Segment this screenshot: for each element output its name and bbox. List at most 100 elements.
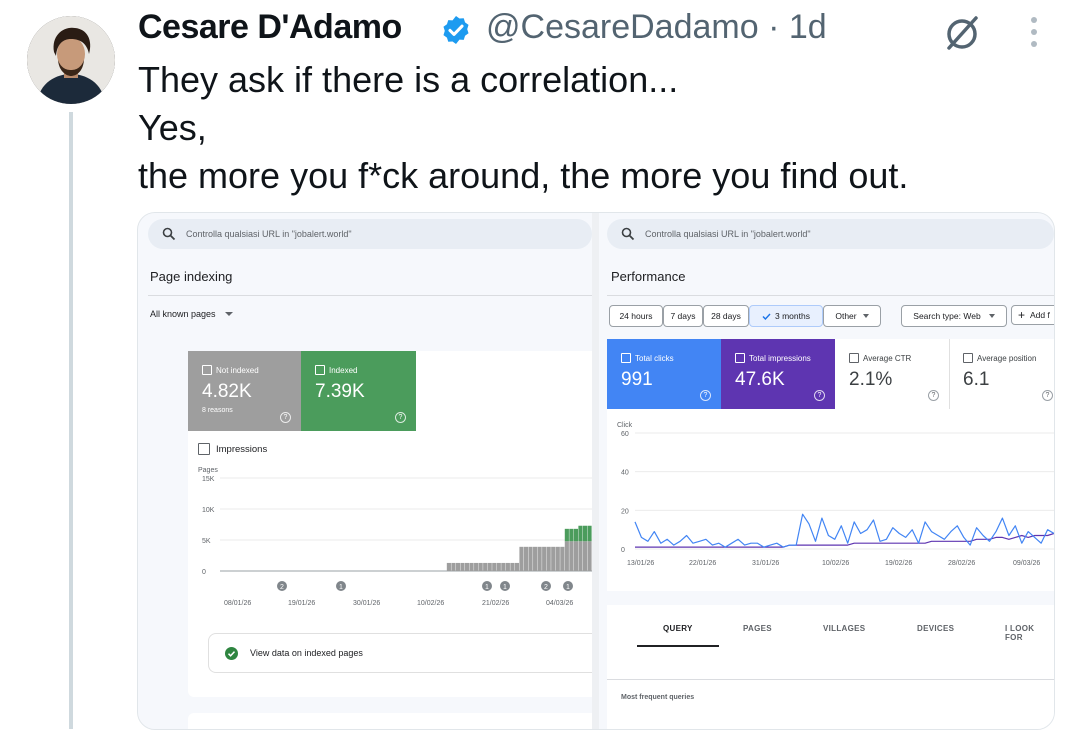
x-tick-label: 19/02/26	[885, 560, 912, 567]
checkbox-icon	[315, 365, 325, 375]
tab-query[interactable]: QUERY	[663, 624, 693, 633]
not-indexed-bar	[474, 562, 479, 571]
y-axis-title: Pages	[198, 467, 218, 474]
page-title: Performance	[611, 269, 686, 284]
search-icon	[162, 227, 176, 241]
tab-devices[interactable]: DEVICES	[917, 624, 954, 633]
tile-value: 7.39K	[315, 381, 365, 402]
not-indexed-bar	[564, 541, 569, 571]
verified-badge-icon[interactable]	[440, 14, 472, 46]
pages-filter-label: All known pages	[150, 309, 216, 319]
view-indexed-pages-link[interactable]: View data on indexed pages	[208, 633, 592, 673]
impressions-checkbox[interactable]	[198, 443, 210, 455]
not-indexed-bar	[587, 541, 592, 571]
check-icon	[762, 313, 771, 320]
chip-label: Add f	[1030, 310, 1050, 320]
help-icon[interactable]: ?	[1042, 390, 1053, 401]
not-indexed-bar	[582, 541, 588, 571]
tweet-media[interactable]: Controlla qualsiasi URL in "jobalert.wor…	[137, 212, 1055, 730]
tabs-divider	[607, 679, 1054, 680]
performance-card: Total clicks 991 ? Total impressions 47.…	[607, 339, 1054, 591]
y-tick-label: 15K	[202, 476, 215, 483]
annotation-marker-label: 1	[485, 584, 489, 591]
next-card	[188, 713, 592, 729]
page-indexing-screenshot[interactable]: Controlla qualsiasi URL in "jobalert.wor…	[138, 213, 592, 729]
search-placeholder: Controlla qualsiasi URL in "jobalert.wor…	[186, 229, 352, 239]
total-impressions-tile[interactable]: Total impressions 47.6K ?	[721, 339, 835, 409]
x-tick-label: 31/01/26	[752, 560, 779, 567]
url-inspection-search[interactable]: Controlla qualsiasi URL in "jobalert.wor…	[148, 219, 592, 249]
tweet-meta: @CesareDadamo · 1d	[486, 8, 827, 47]
dropdown-arrow-icon	[988, 314, 995, 318]
grok-icon[interactable]	[942, 12, 982, 52]
help-icon[interactable]: ?	[700, 390, 711, 401]
tweet-time[interactable]: 1d	[789, 8, 827, 46]
not-indexed-bar	[573, 541, 578, 571]
x-tick-label: 04/03/26	[546, 600, 573, 607]
author-handle[interactable]: @CesareDadamo	[486, 8, 759, 46]
indexed-tile[interactable]: Indexed 7.39K ?	[301, 351, 416, 431]
not-indexed-tile[interactable]: Not indexed 4.82K 8 reasons ?	[188, 351, 301, 431]
tile-label: Indexed	[329, 365, 358, 375]
x-tick-label: 21/02/26	[482, 600, 509, 607]
tile-value: 991	[621, 369, 653, 390]
search-type-dropdown[interactable]: Search type: Web	[901, 305, 1007, 327]
active-tab-indicator	[637, 645, 719, 647]
impressions-toggle[interactable]: Impressions	[198, 443, 267, 455]
help-icon[interactable]: ?	[814, 390, 825, 401]
date-chip-24h[interactable]: 24 hours	[609, 305, 663, 327]
dropdown-arrow-icon	[862, 314, 869, 318]
help-icon[interactable]: ?	[928, 390, 939, 401]
tab-pages[interactable]: PAGES	[743, 624, 772, 633]
author-name[interactable]: Cesare D'Adamo	[138, 8, 402, 47]
not-indexed-bar	[446, 562, 451, 571]
checkbox-icon	[202, 365, 212, 375]
more-options-icon[interactable]	[1027, 14, 1041, 50]
total-clicks-tile[interactable]: Total clicks 991 ?	[607, 339, 721, 409]
most-frequent-queries-label: Most frequent queries	[621, 694, 695, 701]
indexed-bar	[578, 525, 583, 542]
annotation-marker-label: 1	[503, 584, 507, 591]
not-indexed-bar	[528, 546, 533, 571]
average-position-tile[interactable]: Average position 6.1 ?	[949, 339, 1054, 409]
x-tick-label: 28/02/26	[948, 560, 975, 567]
url-inspection-search[interactable]: Controlla qualsiasi URL in "jobalert.wor…	[607, 219, 1054, 249]
x-tick-label: 09/03/26	[1013, 560, 1040, 567]
annotation-marker-label: 1	[566, 584, 570, 591]
average-ctr-tile[interactable]: Average CTR 2.1% ?	[835, 339, 950, 409]
indexed-bar	[564, 528, 569, 542]
dropdown-arrow-icon	[224, 312, 233, 316]
not-indexed-bar	[578, 541, 583, 571]
help-icon[interactable]: ?	[395, 412, 406, 423]
chip-label: 3 months	[775, 311, 810, 321]
check-circle-icon	[225, 646, 238, 660]
not-indexed-bar	[496, 562, 501, 571]
pages-filter-dropdown[interactable]: All known pages	[150, 309, 234, 319]
not-indexed-bar	[501, 562, 506, 571]
avatar-image	[27, 16, 115, 104]
view-data-label: View data on indexed pages	[250, 648, 363, 658]
y-tick-label: 20	[621, 508, 629, 515]
add-filter-button[interactable]: + Add f	[1011, 305, 1054, 325]
search-placeholder: Controlla qualsiasi URL in "jobalert.wor…	[645, 229, 811, 239]
date-chip-28d[interactable]: 28 days	[703, 305, 749, 327]
x-tick-label: 08/01/26	[224, 600, 251, 607]
not-indexed-bar	[560, 546, 565, 571]
performance-screenshot[interactable]: Controlla qualsiasi URL in "jobalert.wor…	[599, 213, 1054, 729]
help-icon[interactable]: ?	[280, 412, 291, 423]
tile-subtext: 8 reasons	[202, 407, 233, 414]
tab-villages[interactable]: VILLAGES	[823, 624, 865, 633]
date-chip-other[interactable]: Other	[823, 305, 881, 327]
not-indexed-bar	[478, 562, 483, 571]
title-divider	[148, 295, 592, 296]
impressions-label: Impressions	[216, 443, 268, 455]
plus-icon: +	[1018, 308, 1026, 322]
not-indexed-bar	[523, 546, 529, 571]
tab-i-look-for[interactable]: I LOOK FOR	[1005, 624, 1054, 642]
tile-value: 47.6K	[735, 369, 785, 390]
tweet-line: Yes,	[138, 107, 207, 148]
date-chip-3m[interactable]: 3 months	[749, 305, 823, 327]
avatar[interactable]	[27, 16, 115, 104]
indexing-chart: Pages15K10K5K008/01/26 19/01/26 30/01/26 10…	[198, 467, 592, 607]
date-chip-7d[interactable]: 7 days	[663, 305, 703, 327]
